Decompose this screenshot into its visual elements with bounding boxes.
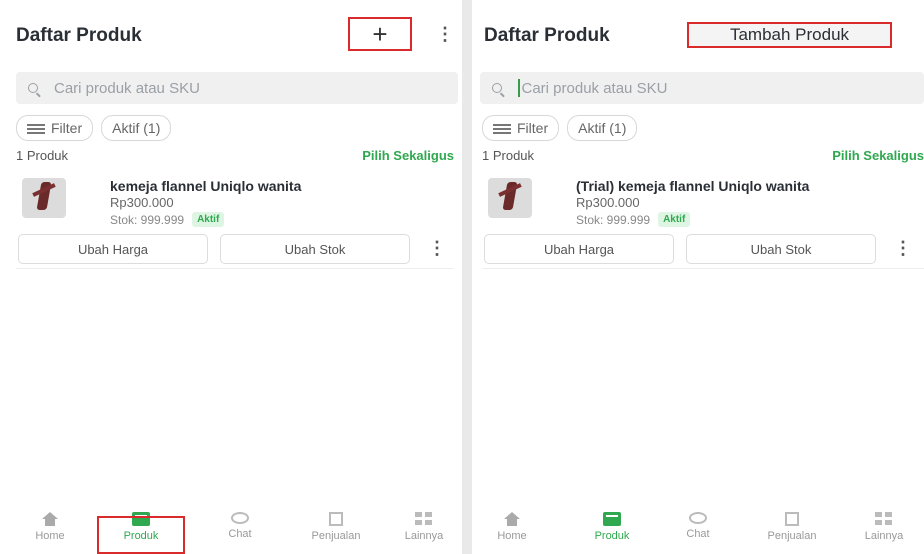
- aktif-label: Aktif (1): [578, 120, 627, 136]
- product-thumbnail: [22, 178, 66, 218]
- screen-left: Daftar Produk + ⋮ Cari produk atau SKU F…: [0, 0, 462, 554]
- nav-home[interactable]: Home: [10, 512, 90, 542]
- product-card[interactable]: kemeja flannel Uniqlo wanita Rp300.000 S…: [16, 170, 454, 269]
- plus-icon: +: [372, 19, 388, 49]
- screen-right: Daftar Produk Tambah Produk Cari produk …: [472, 0, 924, 554]
- more-icon[interactable]: ⋮: [894, 238, 912, 259]
- ubah-stok-button[interactable]: Ubah Stok: [220, 234, 410, 264]
- nav-chat[interactable]: Chat: [658, 512, 738, 540]
- menu-icon[interactable]: ⋮: [436, 24, 454, 45]
- product-count: 1 Produk: [482, 148, 535, 163]
- page-title: Daftar Produk: [484, 25, 610, 46]
- status-badge: Aktif: [658, 212, 691, 227]
- nav-lainnya-label: Lainnya: [404, 530, 444, 542]
- filter-label: Filter: [51, 120, 83, 136]
- product-actions: Ubah Harga Ubah Stok ⋮: [16, 234, 454, 264]
- select-all-link[interactable]: Pilih Sekaligus: [832, 148, 924, 163]
- product-name: (Trial) kemeja flannel Uniqlo wanita: [576, 178, 810, 194]
- add-product-button[interactable]: +: [348, 17, 412, 51]
- product-stock: Stok: 999.999 Aktif: [110, 212, 225, 227]
- filter-icon: [493, 122, 511, 134]
- product-count: 1 Produk: [16, 148, 69, 163]
- status-badge: Aktif: [192, 212, 225, 227]
- product-count-row: 1 Produk Pilih Sekaligus: [482, 148, 924, 163]
- search-input[interactable]: Cari produk atau SKU: [480, 72, 924, 104]
- search-placeholder: Cari produk atau SKU: [521, 79, 668, 97]
- search-input[interactable]: Cari produk atau SKU: [16, 72, 458, 104]
- nav-chat[interactable]: Chat: [200, 512, 280, 540]
- ubah-harga-button[interactable]: Ubah Harga: [484, 234, 674, 264]
- top-bar: Daftar Produk Tambah Produk: [472, 0, 924, 68]
- filter-icon: [27, 122, 45, 134]
- bottom-nav: Home Produk Chat Penjualan Lainnya: [0, 506, 462, 554]
- nav-penjualan-label: Penjualan: [767, 530, 817, 542]
- more-icon[interactable]: ⋮: [428, 238, 446, 259]
- penjualan-icon: [785, 512, 799, 526]
- filter-chips: Filter Aktif (1): [16, 115, 172, 141]
- product-count-row: 1 Produk Pilih Sekaligus: [16, 148, 454, 163]
- aktif-chip[interactable]: Aktif (1): [101, 115, 172, 141]
- penjualan-icon: [329, 512, 343, 526]
- add-product-tooltip[interactable]: Tambah Produk: [687, 22, 892, 48]
- produk-icon: [603, 512, 621, 526]
- nav-lainnya-label: Lainnya: [864, 530, 904, 542]
- search-placeholder: Cari produk atau SKU: [54, 79, 200, 97]
- nav-penjualan[interactable]: Penjualan: [296, 512, 376, 542]
- nav-chat-label: Chat: [686, 528, 710, 540]
- nav-lainnya[interactable]: Lainnya: [384, 512, 462, 542]
- filter-chip[interactable]: Filter: [16, 115, 94, 141]
- product-card[interactable]: (Trial) kemeja flannel Uniqlo wanita Rp3…: [482, 170, 924, 269]
- product-actions: Ubah Harga Ubah Stok ⋮: [482, 234, 924, 264]
- ubah-harga-button[interactable]: Ubah Harga: [18, 234, 208, 264]
- text-cursor: [518, 79, 520, 97]
- nav-penjualan-label: Penjualan: [311, 530, 361, 542]
- grid-icon: [875, 512, 893, 526]
- home-icon: [41, 512, 59, 526]
- nav-home-label: Home: [35, 530, 65, 542]
- filter-label: Filter: [517, 120, 549, 136]
- product-price: Rp300.000: [576, 195, 640, 210]
- product-thumbnail: [488, 178, 532, 218]
- nav-chat-label: Chat: [228, 528, 252, 540]
- stock-label: Stok: 999.999: [110, 212, 185, 227]
- nav-penjualan[interactable]: Penjualan: [752, 512, 832, 542]
- bottom-nav: Home Produk Chat Penjualan Lainnya: [472, 506, 924, 554]
- produk-nav-highlight: [97, 516, 185, 554]
- search-icon: [492, 83, 502, 93]
- filter-chip[interactable]: Filter: [482, 115, 560, 141]
- filter-chips: Filter Aktif (1): [482, 115, 638, 141]
- search-icon: [28, 83, 38, 93]
- chat-icon: [231, 512, 249, 524]
- nav-produk-label: Produk: [594, 530, 630, 542]
- aktif-chip[interactable]: Aktif (1): [567, 115, 638, 141]
- stock-label: Stok: 999.999: [576, 212, 651, 227]
- top-bar: Daftar Produk + ⋮: [0, 0, 462, 68]
- ubah-stok-button[interactable]: Ubah Stok: [686, 234, 876, 264]
- product-name: kemeja flannel Uniqlo wanita: [110, 178, 302, 194]
- product-stock: Stok: 999.999 Aktif: [576, 212, 691, 227]
- nav-produk[interactable]: Produk: [572, 512, 652, 542]
- select-all-link[interactable]: Pilih Sekaligus: [362, 148, 454, 163]
- nav-lainnya[interactable]: Lainnya: [844, 512, 924, 542]
- nav-home-label: Home: [497, 530, 527, 542]
- grid-icon: [415, 512, 433, 526]
- nav-home[interactable]: Home: [472, 512, 552, 542]
- chat-icon: [689, 512, 707, 524]
- page-title: Daftar Produk: [16, 25, 142, 46]
- home-icon: [503, 512, 521, 526]
- aktif-label: Aktif (1): [112, 120, 161, 136]
- product-price: Rp300.000: [110, 195, 174, 210]
